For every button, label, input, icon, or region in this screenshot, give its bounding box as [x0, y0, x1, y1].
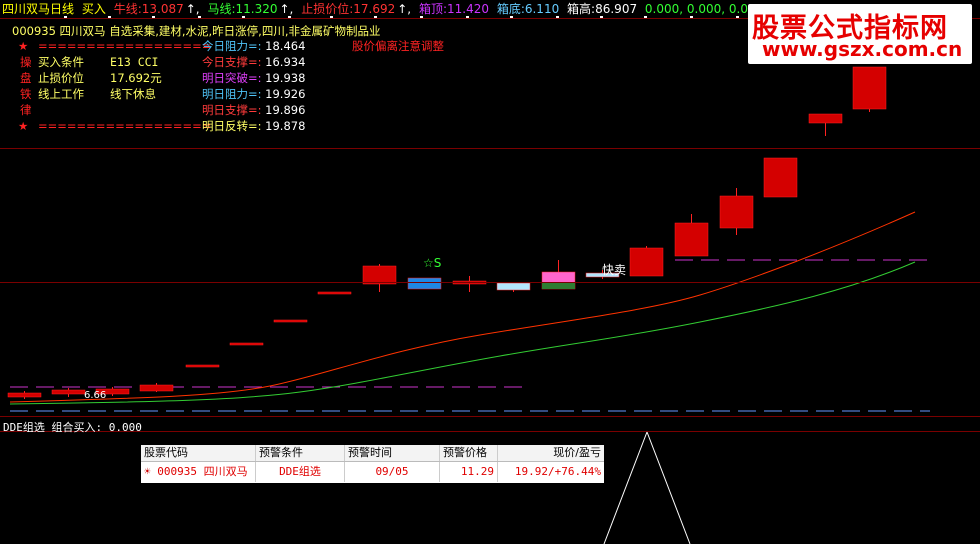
col-condition: 预警条件	[256, 445, 345, 461]
quick-sell-mark: 快卖	[602, 263, 627, 277]
box-top-label: 箱顶:	[418, 2, 447, 16]
star-icon: ★	[18, 119, 29, 133]
niu-value: 13.087	[141, 2, 184, 16]
low-price-label: 6.66	[84, 390, 107, 401]
level-label: 明日突破=:	[202, 71, 262, 85]
divider-top: ==================	[38, 39, 212, 53]
candle-body	[7, 392, 42, 398]
col-gain: 现价/盈亏	[553, 446, 601, 459]
level-row: 明日支撑=: 19.896	[202, 102, 305, 118]
level-label: 明日支撑=:	[202, 103, 262, 117]
box-high-value: 86.907	[595, 2, 638, 16]
stock-info-line: 000935 四川双马 自选采集,建材,水泥,昨日涨停,四川,非金属矿物制品业	[12, 24, 381, 38]
chart-gridline	[0, 148, 980, 149]
level-label: 今日支撑=:	[202, 55, 262, 69]
level-value: 18.464	[261, 39, 306, 53]
ma-label: 马线:	[207, 2, 236, 16]
stop-label: 止损价位:	[301, 2, 354, 16]
ma-value: 11.320	[235, 2, 278, 16]
work-value: 线下休息	[110, 87, 156, 101]
col-time: 预警时间	[345, 445, 440, 461]
candle-body	[229, 342, 264, 346]
level-value: 19.926	[261, 87, 306, 101]
rule-char: 盘	[20, 71, 32, 85]
candle-body	[51, 389, 86, 395]
indicator-title: DDE组选 组合买入: 0.000	[3, 419, 142, 435]
candle-body	[496, 282, 531, 291]
candle-body	[808, 113, 843, 124]
level-value: 19.938	[261, 71, 306, 85]
alert-table[interactable]: 股票代码 预警条件 预警时间 预警价格 现价/盈亏 ☀ 000935 四川双马 …	[141, 445, 604, 483]
rule-char: 操	[20, 55, 32, 69]
rule-char: 律	[20, 103, 32, 117]
candle-body-lower	[542, 282, 575, 289]
ma-red-line	[9, 211, 916, 403]
alert-table-header: 股票代码 预警条件 预警时间 预警价格 现价/盈亏	[141, 445, 604, 462]
stop-price-label: 止损价位	[38, 71, 84, 85]
stop-value: 17.692	[353, 2, 396, 16]
candle-body	[852, 66, 887, 110]
cell-code: ☀ 000935 四川双马	[141, 462, 256, 482]
up-arrow-icon: ↑,	[397, 2, 412, 16]
star-icon: ★	[18, 39, 29, 53]
work-label: 线上工作	[38, 87, 84, 101]
level-label: 今日阻力=:	[202, 39, 262, 53]
chart-bottom-divider	[0, 416, 980, 417]
up-arrow-icon: ↑,	[185, 2, 200, 16]
candle-body	[317, 291, 352, 295]
level-value: 19.896	[261, 103, 306, 117]
level-label: 明日反转=:	[202, 119, 262, 133]
col-code: 股票代码	[141, 445, 256, 461]
box-bottom-label: 箱底:	[496, 2, 525, 16]
signal-mark: ☆S	[423, 256, 442, 270]
deviation-warning: 股价偏离注意调整	[352, 39, 444, 53]
niu-label: 牛线:	[113, 2, 142, 16]
buy-condition-value: E13 CCI	[110, 55, 159, 69]
candle-body	[273, 319, 308, 323]
chart-title: 四川双马日线	[2, 2, 75, 16]
candle-body	[407, 277, 442, 290]
indicator-value: 组合买入: 0.000	[51, 421, 142, 434]
candle-body	[139, 384, 174, 392]
candle-body	[674, 222, 709, 257]
level-row: 明日阻力=: 19.926	[202, 86, 305, 102]
candle-body	[629, 247, 664, 277]
indicator-spike	[603, 430, 691, 544]
watermark-url: www.gszx.com.cn	[762, 37, 963, 61]
level-value: 16.934	[261, 55, 306, 69]
chart-gridline	[0, 282, 980, 283]
action-label: 买入	[81, 2, 106, 16]
sun-icon: ☀	[144, 465, 151, 478]
cell-code-text: 000935 四川双马	[157, 465, 248, 478]
cell-time: 09/05 09:46:41	[345, 462, 440, 482]
box-top-value: 11.420	[446, 2, 489, 16]
level-label: 明日阻力=:	[202, 87, 262, 101]
candle-body	[763, 157, 798, 198]
level-row: 明日反转=: 19.878	[202, 118, 305, 134]
buy-condition-label: 买入条件	[38, 55, 84, 69]
cell-condition: DDE组选	[256, 462, 345, 482]
box-high-label: 箱高:	[567, 2, 596, 16]
cell-price: 11.29	[440, 462, 498, 482]
level-row: 明日突破=: 19.938	[202, 70, 305, 86]
rule-char: 铁	[20, 87, 32, 101]
watermark-logo: 股票公式指标网 www.gszx.com.cn	[748, 4, 972, 64]
indicator-divider	[0, 431, 980, 432]
level-row: 今日支撑=: 16.934	[202, 54, 305, 70]
cell-gain: 19.92/+76.44%	[514, 465, 601, 478]
candle-body	[185, 364, 220, 368]
indicator-name: DDE组选	[3, 421, 45, 434]
table-row[interactable]: ☀ 000935 四川双马 DDE组选 09/05 09:46:41 11.29…	[141, 462, 604, 482]
divider-bottom: ==================	[38, 119, 212, 133]
col-price: 预警价格	[440, 445, 498, 461]
candle-body	[719, 195, 754, 229]
level-row: 今日阻力=: 18.464	[202, 38, 305, 54]
box-bottom-value: 6.110	[524, 2, 560, 16]
stop-price-value: 17.692元	[110, 71, 162, 85]
level-value: 19.878	[261, 119, 306, 133]
chart-header: 四川双马日线 买入 牛线:13.087 ↑, 马线:11.320 ↑, 止损价位:1…	[2, 1, 771, 17]
up-arrow-icon: ↑,	[279, 2, 294, 16]
